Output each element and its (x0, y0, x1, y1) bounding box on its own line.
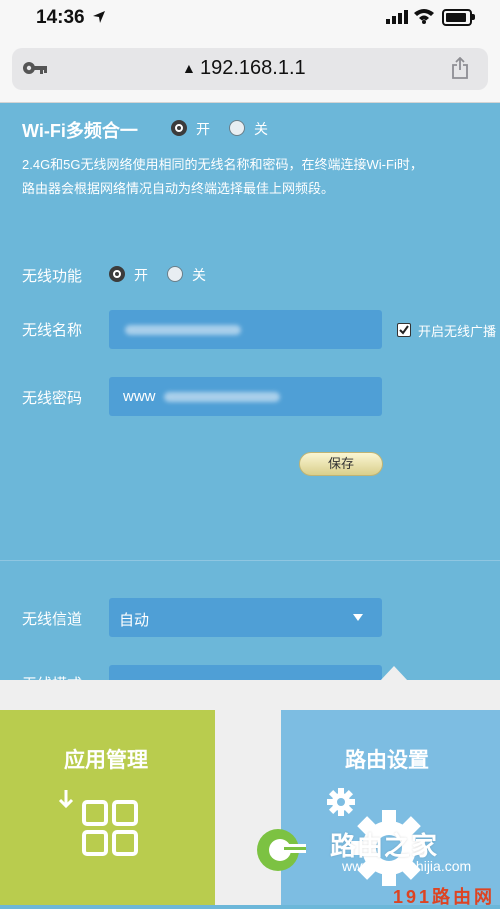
wifi-signal-icon (414, 9, 434, 24)
redacted-ssid (125, 325, 241, 335)
browser-toolbar: ▲ 192.168.1.1 (0, 38, 500, 103)
wifi-merge-on-radio[interactable] (171, 120, 187, 136)
url-text[interactable]: ▲ 192.168.1.1 (182, 57, 306, 80)
wifi-merge-description-line1: 2.4G和5G无线网络使用相同的无线名称和密码，在终端连接Wi-Fi时， (22, 157, 423, 172)
wifi-merge-on-label: 开 (196, 121, 210, 137)
status-bar: 14:36 (0, 0, 500, 38)
wifi-merge-description-line2: 路由器会根据网络情况自动为终端选择最佳上网频段。 (22, 181, 335, 196)
redacted-password (164, 392, 280, 402)
watermark-url: www.luyouzhijia.com (342, 858, 472, 874)
wireless-off-radio[interactable] (167, 266, 183, 282)
wireless-on-radio[interactable] (109, 266, 125, 282)
active-tab-pointer (380, 666, 408, 681)
chevron-down-icon (353, 614, 363, 621)
address-bar[interactable]: ▲ 192.168.1.1 (12, 48, 488, 90)
wireless-name-input[interactable] (109, 310, 382, 349)
router-settings-title: 路由设置 (345, 749, 429, 772)
wireless-password-label: 无线密码 (22, 390, 83, 407)
share-icon[interactable] (451, 57, 469, 79)
battery-icon (442, 9, 472, 26)
save-button[interactable]: 保存 (299, 452, 383, 476)
battery-tip (472, 14, 475, 20)
wireless-on-label: 开 (134, 267, 148, 283)
apps-grid-icon (58, 790, 138, 856)
wireless-channel-label: 无线信道 (22, 611, 83, 628)
key-icon[interactable] (22, 60, 48, 76)
wireless-off-label: 关 (192, 267, 206, 283)
wifi-merge-off-label: 关 (254, 121, 268, 137)
broadcast-label: 开启无线广播 (418, 324, 497, 339)
app-manage-tile[interactable]: 应用管理 (0, 710, 215, 905)
wireless-function-label: 无线功能 (22, 268, 83, 285)
status-time: 14:36 (36, 7, 85, 28)
wifi-merge-title: Wi-Fi多频合一 (22, 121, 138, 141)
wifi-merge-off-radio[interactable] (229, 120, 245, 136)
location-arrow-icon (93, 11, 105, 23)
not-secure-warning-icon: ▲ (182, 60, 196, 76)
wireless-channel-select[interactable]: 自动 (109, 598, 382, 637)
broadcast-checkbox[interactable] (397, 323, 411, 337)
watermark-logo-icon (257, 829, 306, 871)
wireless-password-input[interactable]: www (109, 377, 382, 416)
router-settings-tile[interactable]: 路由设置 (281, 710, 500, 905)
watermark-bottom: 191路由网 (393, 887, 496, 907)
wireless-settings-panel: Wi-Fi多频合一 开 关 2.4G和5G无线网络使用相同的无线名称和密码，在终… (0, 103, 500, 693)
wireless-name-label: 无线名称 (22, 322, 83, 339)
cellular-signal-icon (386, 10, 408, 24)
app-manage-title: 应用管理 (64, 749, 148, 772)
section-divider (0, 560, 500, 561)
